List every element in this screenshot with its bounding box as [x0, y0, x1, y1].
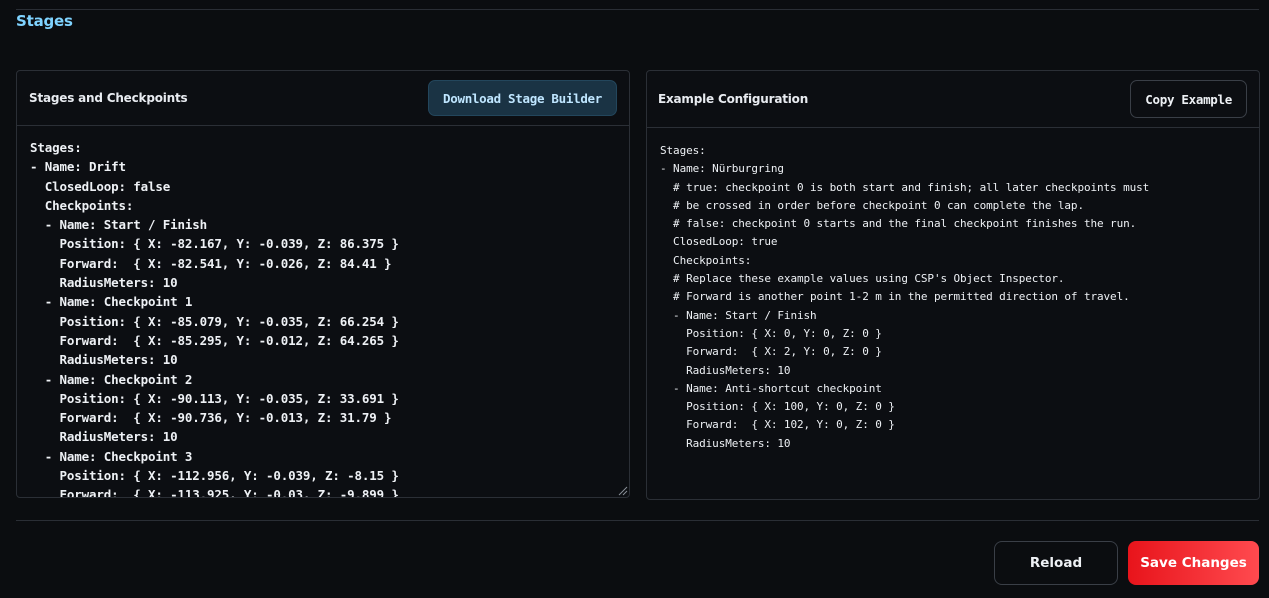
download-stage-builder-button[interactable]: Download Stage Builder [428, 80, 617, 116]
stages-yaml-editor[interactable]: Stages: - Name: Drift ClosedLoop: false … [17, 126, 629, 497]
example-panel-header: Example Configuration Copy Example [647, 71, 1259, 128]
reload-button[interactable]: Reload [994, 541, 1118, 585]
stages-panel-title: Stages and Checkpoints [29, 91, 188, 105]
bottom-divider [16, 520, 1259, 521]
example-config-block: Stages: - Name: Nürburgring # true: chec… [647, 128, 1259, 498]
example-panel: Example Configuration Copy Example Stage… [646, 70, 1260, 500]
save-changes-button[interactable]: Save Changes [1128, 541, 1259, 585]
top-divider [16, 9, 1259, 10]
copy-example-button[interactable]: Copy Example [1130, 80, 1247, 118]
example-config-text: Stages: - Name: Nürburgring # true: chec… [660, 144, 1150, 450]
section-title: Stages [16, 12, 73, 30]
stages-yaml-text[interactable]: Stages: - Name: Drift ClosedLoop: false … [30, 138, 616, 497]
stages-panel-header: Stages and Checkpoints Download Stage Bu… [17, 71, 629, 126]
resize-handle-icon[interactable] [616, 484, 628, 496]
stages-panel: Stages and Checkpoints Download Stage Bu… [16, 70, 630, 498]
example-panel-title: Example Configuration [658, 92, 809, 106]
